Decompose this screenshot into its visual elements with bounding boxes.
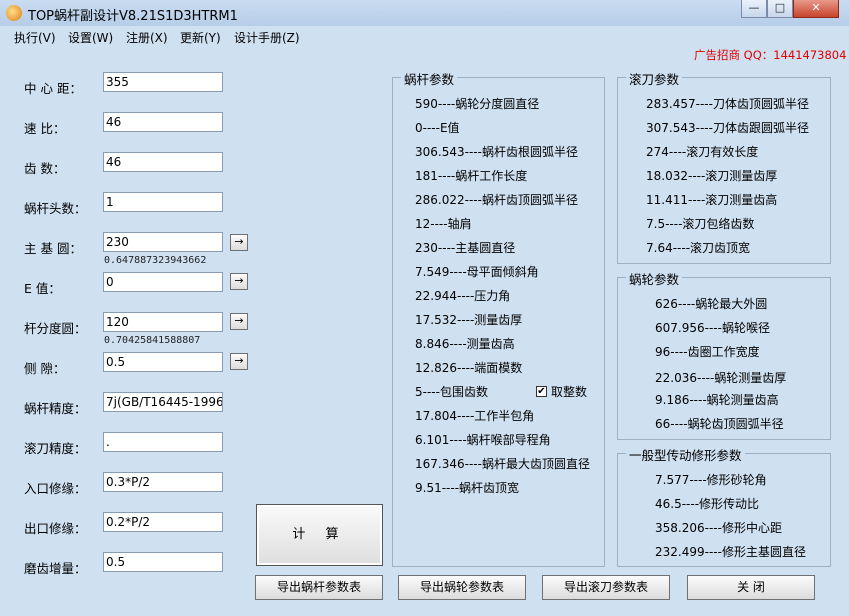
close-window-button[interactable]: ✕ [793, 0, 839, 18]
worm-params-title: 蜗杆参数 [401, 69, 458, 88]
worm-param-row: 8.846----测量齿高 [415, 337, 515, 351]
wheel-params-title: 蜗轮参数 [626, 269, 683, 288]
menu-bar: 执行(V) 设置(W) 注册(X) 更新(Y) 设计手册(Z) [0, 26, 849, 46]
hob-precision-input[interactable]: . [103, 432, 223, 452]
export-worm-table-button[interactable]: 导出蜗杆参数表 [255, 575, 383, 600]
menu-register[interactable]: 注册(X) [126, 29, 168, 46]
worm-param-row: 286.022----蜗杆齿顶圆弧半径 [415, 193, 578, 207]
wheel-param-row: 66----蜗轮齿顶圆弧半径 [655, 417, 784, 431]
worm-param-row: 17.532----测量齿厚 [415, 313, 523, 327]
minimize-button[interactable]: — [741, 0, 767, 18]
modification-params-title: 一般型传动修形参数 [626, 445, 745, 464]
advertisement-text: 广告招商 QQ：1441473804 [694, 48, 847, 62]
base-circle-arrow-button[interactable]: → [230, 234, 248, 251]
center-distance-input[interactable]: 355 [103, 72, 223, 92]
backlash-input[interactable]: 0.5 [103, 352, 223, 372]
hob-params-title: 滚刀参数 [626, 69, 683, 88]
e-value-label: E 值： [24, 281, 61, 296]
grind-increment-input[interactable]: 0.5 [103, 552, 223, 572]
grind-increment-label: 磨齿增量： [24, 561, 87, 576]
export-wheel-table-button[interactable]: 导出蜗轮参数表 [398, 575, 526, 600]
worm-param-row: 17.804----工作半包角 [415, 409, 535, 423]
title-bar: TOP蜗杆副设计V8.21S1D3HTRM1 — □ ✕ [0, 0, 849, 26]
wheel-param-row: 626----蜗轮最大外圆 [655, 297, 768, 311]
worm-precision-label: 蜗杆精度： [24, 401, 87, 416]
modification-param-row: 232.499----修形主基圆直径 [655, 545, 806, 559]
teeth-count-input[interactable]: 46 [103, 152, 223, 172]
worm-param-row: 306.543----蜗杆齿根圆弧半径 [415, 145, 578, 159]
calculate-button[interactable]: 计 算 [256, 504, 383, 566]
hob-param-row: 307.543----刀体齿跟圆弧半径 [646, 121, 809, 135]
pitch-circle-arrow-button[interactable]: → [230, 313, 248, 330]
worm-param-row: 5----包围齿数 [415, 385, 488, 399]
backlash-label: 侧 隙： [24, 361, 66, 376]
hob-param-row: 7.64----滚刀齿顶宽 [646, 241, 751, 255]
modification-param-row: 46.5----修形传动比 [655, 497, 760, 511]
pitch-circle-input[interactable]: 120 [103, 312, 223, 332]
backlash-arrow-button[interactable]: → [230, 353, 248, 370]
worm-param-row: 181----蜗杆工作长度 [415, 169, 528, 183]
speed-ratio-input[interactable]: 46 [103, 112, 223, 132]
menu-update[interactable]: 更新(Y) [180, 29, 221, 46]
round-integer-checkbox[interactable]: ✔ [536, 386, 547, 397]
maximize-button[interactable]: □ [767, 0, 793, 18]
exit-modification-input[interactable]: 0.2*P/2 [103, 512, 223, 532]
worm-param-row: 7.549----母平面倾斜角 [415, 265, 539, 279]
speed-ratio-label: 速 比： [24, 121, 66, 136]
entry-modification-label: 入口修缘： [24, 481, 87, 496]
teeth-count-label: 齿 数： [24, 161, 66, 176]
worm-param-row: 22.944----压力角 [415, 289, 511, 303]
e-value-arrow-button[interactable]: → [230, 273, 248, 290]
entry-modification-input[interactable]: 0.3*P/2 [103, 472, 223, 492]
hob-param-row: 7.5----滚刀包络齿数 [646, 217, 755, 231]
worm-param-row: 9.51----蜗杆齿顶宽 [415, 481, 520, 495]
wheel-param-row: 607.956----蜗轮喉径 [655, 321, 770, 335]
wheel-param-row: 22.036----蜗轮测量齿厚 [655, 371, 787, 385]
worm-precision-input[interactable]: 7j(GB/T16445-1996) [103, 392, 223, 412]
wheel-param-row: 96----齿圈工作宽度 [655, 345, 760, 359]
export-hob-table-button[interactable]: 导出滚刀参数表 [542, 575, 670, 600]
worm-starts-label: 蜗杆头数： [24, 201, 87, 216]
menu-execute[interactable]: 执行(V) [14, 29, 56, 46]
worm-param-row: 230----主基圆直径 [415, 241, 516, 255]
exit-modification-label: 出口修缘： [24, 521, 87, 536]
hob-param-row: 274----滚刀有效长度 [646, 145, 759, 159]
hob-param-row: 11.411----滚刀测量齿高 [646, 193, 778, 207]
base-circle-input[interactable]: 230 [103, 232, 223, 252]
wheel-param-row: 9.186----蜗轮测量齿高 [655, 393, 779, 407]
pitch-circle-label: 杆分度圆： [24, 321, 87, 336]
base-circle-hint: 0.647887323943662 [104, 255, 207, 266]
window-title: TOP蜗杆副设计V8.21S1D3HTRM1 [28, 9, 238, 24]
worm-param-row: 590----蜗轮分度圆直径 [415, 97, 540, 111]
modification-param-row: 358.206----修形中心距 [655, 521, 782, 535]
round-integer-label: 取整数 [551, 385, 588, 399]
e-value-input[interactable]: 0 [103, 272, 223, 292]
worm-param-row: 12----轴肩 [415, 217, 472, 231]
close-button[interactable]: 关 闭 [687, 575, 815, 600]
center-distance-label: 中 心 距： [24, 81, 82, 96]
menu-settings[interactable]: 设置(W) [68, 29, 113, 46]
modification-param-row: 7.577----修形砂轮角 [655, 473, 767, 487]
worm-param-row: 167.346----蜗杆最大齿顶圆直径 [415, 457, 590, 471]
worm-starts-input[interactable]: 1 [103, 192, 223, 212]
hob-param-row: 18.032----滚刀测量齿厚 [646, 169, 778, 183]
worm-param-row: 6.101----蜗杆喉部导程角 [415, 433, 551, 447]
hob-param-row: 283.457----刀体齿顶圆弧半径 [646, 97, 809, 111]
worm-param-row: 0----E值 [415, 121, 460, 135]
base-circle-label: 主 基 圆： [24, 241, 82, 256]
menu-design-manual[interactable]: 设计手册(Z) [234, 29, 300, 46]
pitch-circle-hint: 0.70425841588807 [104, 335, 201, 346]
worm-param-row: 12.826----端面模数 [415, 361, 523, 375]
hob-precision-label: 滚刀精度： [24, 441, 87, 456]
app-logo-icon [6, 5, 22, 21]
